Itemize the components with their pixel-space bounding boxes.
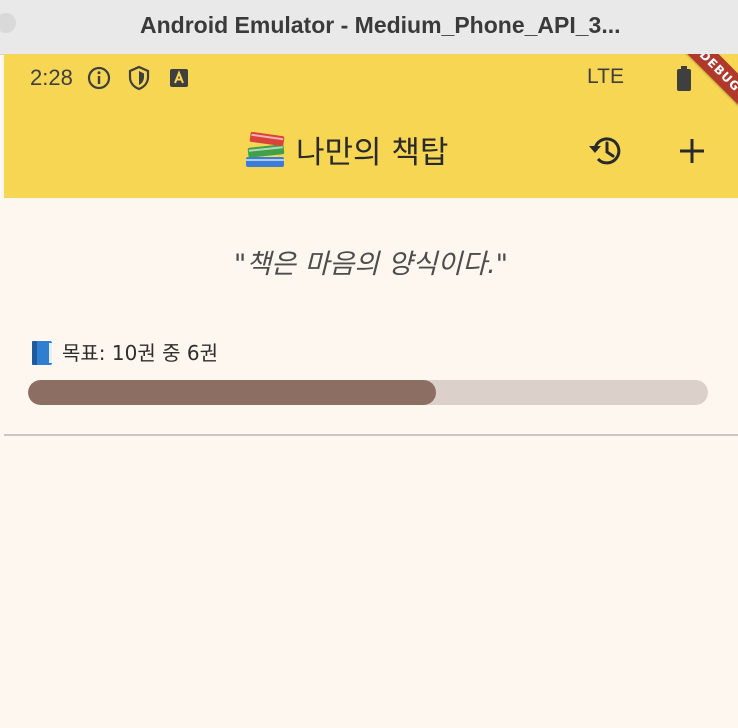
history-icon[interactable] [584,129,628,173]
debug-banner: DEBUG [662,54,738,129]
quote-text: "책은 마음의 양식이다." [233,249,509,280]
divider [4,434,738,436]
goal-text: 목표: 10권 중 6권 [62,341,218,365]
reading-progress-bar [28,380,708,405]
page-title: 나만의 책탑 [242,127,448,172]
window-control-icon[interactable] [0,13,16,33]
books-emoji-icon [246,131,285,167]
battery-icon [677,66,691,91]
emulator-titlebar[interactable]: Android Emulator - Medium_Phone_API_3... [0,0,738,55]
status-time: 2:28 [30,65,73,90]
window-title: Android Emulator - Medium_Phone_API_3... [140,12,621,38]
add-icon[interactable] [670,129,714,173]
app-bar: 2:28 LTE DEBUG 나만의 책탑 [4,54,738,198]
app-title-text: 나만의 책탑 [296,135,449,171]
reading-goal: 목표: 10권 중 6권 [30,337,218,366]
a-box-icon [170,69,188,87]
app-screen: 2:28 LTE DEBUG 나만의 책탑 "책은 마음의 양식이다." 목표:… [4,54,738,728]
network-label: LTE [587,65,624,88]
progress-fill [28,380,436,405]
blue-book-icon [32,341,52,365]
info-icon [87,66,111,90]
shield-icon [128,65,150,91]
